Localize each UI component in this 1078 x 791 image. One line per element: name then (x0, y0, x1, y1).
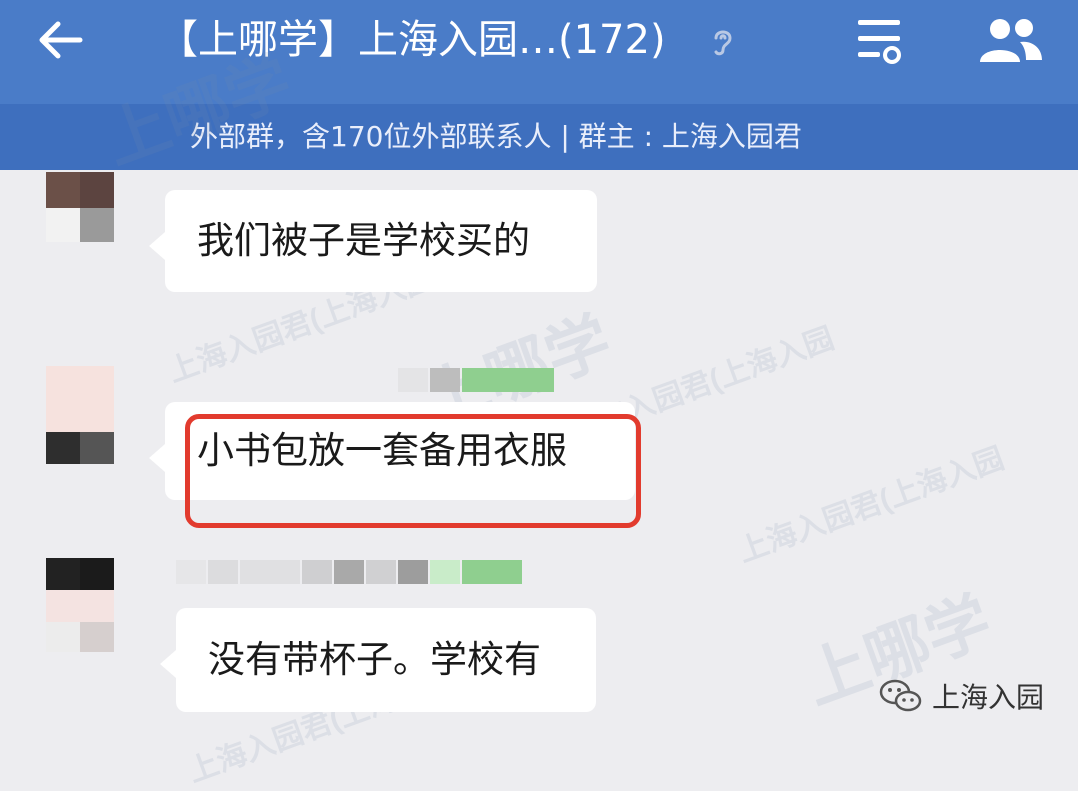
sender-avatar[interactable] (46, 558, 116, 652)
arrow-left-icon (39, 21, 83, 59)
wechat-icon (879, 679, 922, 712)
sender-avatar[interactable] (46, 172, 116, 244)
message-text: 我们被子是学校买的 (197, 219, 530, 262)
chat-settings-icon (858, 20, 901, 64)
highlight-box (185, 414, 641, 528)
wechat-account-mark: 上海入园 (878, 676, 1044, 716)
message-text: 没有带杯子。学校有 (208, 638, 541, 681)
watermark-account: 上海入园君(上海入园 (733, 441, 1009, 569)
ear-icon (714, 30, 732, 56)
sender-avatar[interactable] (46, 366, 116, 464)
sender-name (398, 368, 556, 392)
back-button[interactable] (30, 14, 90, 66)
group-members-icon (980, 19, 1042, 62)
account-label: 上海入园 (932, 681, 1045, 714)
sender-name (176, 560, 524, 584)
message-bubble[interactable]: 没有带杯子。学校有 (160, 608, 596, 712)
message-bubble[interactable]: 我们被子是学校买的 (149, 190, 597, 292)
group-members-button[interactable] (970, 14, 1050, 68)
chat-settings-button[interactable] (852, 14, 908, 68)
